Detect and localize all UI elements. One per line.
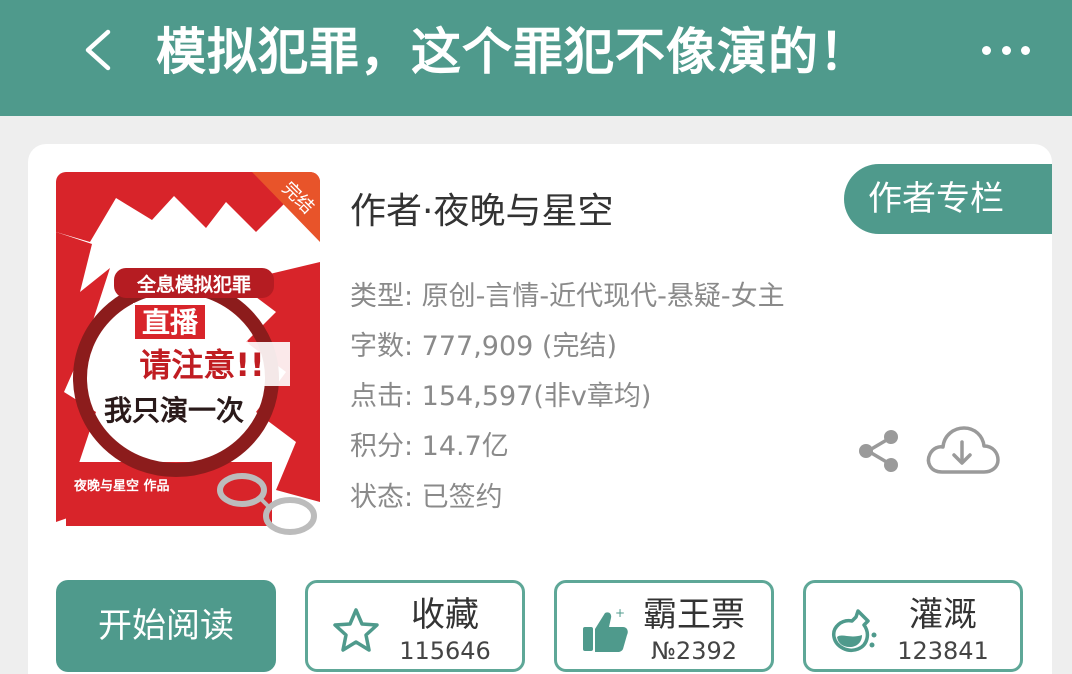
author-column-button[interactable]: 作者专栏 — [844, 164, 1052, 234]
cover-art: 完结 全息模拟犯罪 直播 请注意!! 我只演一次 夜晚与星空 作品 — [56, 172, 320, 540]
meta-status: 状态: 已签约 — [350, 482, 503, 513]
cover-line1: 直播 — [142, 306, 199, 339]
cloud-download-icon[interactable] — [922, 420, 1002, 482]
favorite-label: 收藏 — [411, 595, 479, 635]
favorite-count: 115646 — [399, 637, 491, 665]
cover-line3: 我只演一次 — [104, 394, 244, 427]
book-cover[interactable]: 完结 全息模拟犯罪 直播 请注意!! 我只演一次 夜晚与星空 作品 — [56, 172, 320, 540]
top-bar: 模拟犯罪，这个罪犯不像演的！ — [0, 0, 1072, 116]
more-dot-icon — [1021, 45, 1030, 55]
meta-word-count: 字数: 777,909 (完结) — [350, 331, 617, 362]
more-dot-icon — [1001, 45, 1011, 55]
nutrient-count: 123841 — [897, 637, 989, 665]
share-icon[interactable] — [854, 426, 904, 476]
nutrient-button[interactable]: 灌溉 123841 — [803, 580, 1023, 672]
chevron-left-icon — [85, 29, 111, 71]
cover-line2: 请注意!! — [139, 346, 264, 384]
favorite-button[interactable]: 收藏 115646 — [305, 580, 525, 672]
more-menu-button[interactable] — [982, 38, 1030, 62]
cover-banner: 全息模拟犯罪 — [136, 273, 251, 296]
meta-clicks: 点击: 154,597(非v章均) — [350, 381, 652, 412]
ticket-count: №2392 — [650, 637, 738, 665]
page-title: 模拟犯罪，这个罪犯不像演的！ — [156, 23, 870, 81]
nutrient-label: 灌溉 — [909, 595, 977, 635]
meta-score: 积分: 14.7亿 — [350, 431, 509, 462]
ticket-label: 霸王票 — [643, 595, 745, 635]
more-dot-icon — [982, 45, 991, 55]
cover-signature: 夜晚与星空 作品 — [73, 478, 170, 494]
start-reading-button[interactable]: 开始阅读 — [56, 580, 276, 672]
meta-genre: 类型: 原创-言情-近代现代-悬疑-女主 — [350, 281, 785, 312]
back-button[interactable] — [70, 22, 126, 78]
ticket-button[interactable]: + 霸王票 №2392 — [554, 580, 774, 672]
author-name[interactable]: 作者·夜晚与星空 — [350, 182, 613, 234]
